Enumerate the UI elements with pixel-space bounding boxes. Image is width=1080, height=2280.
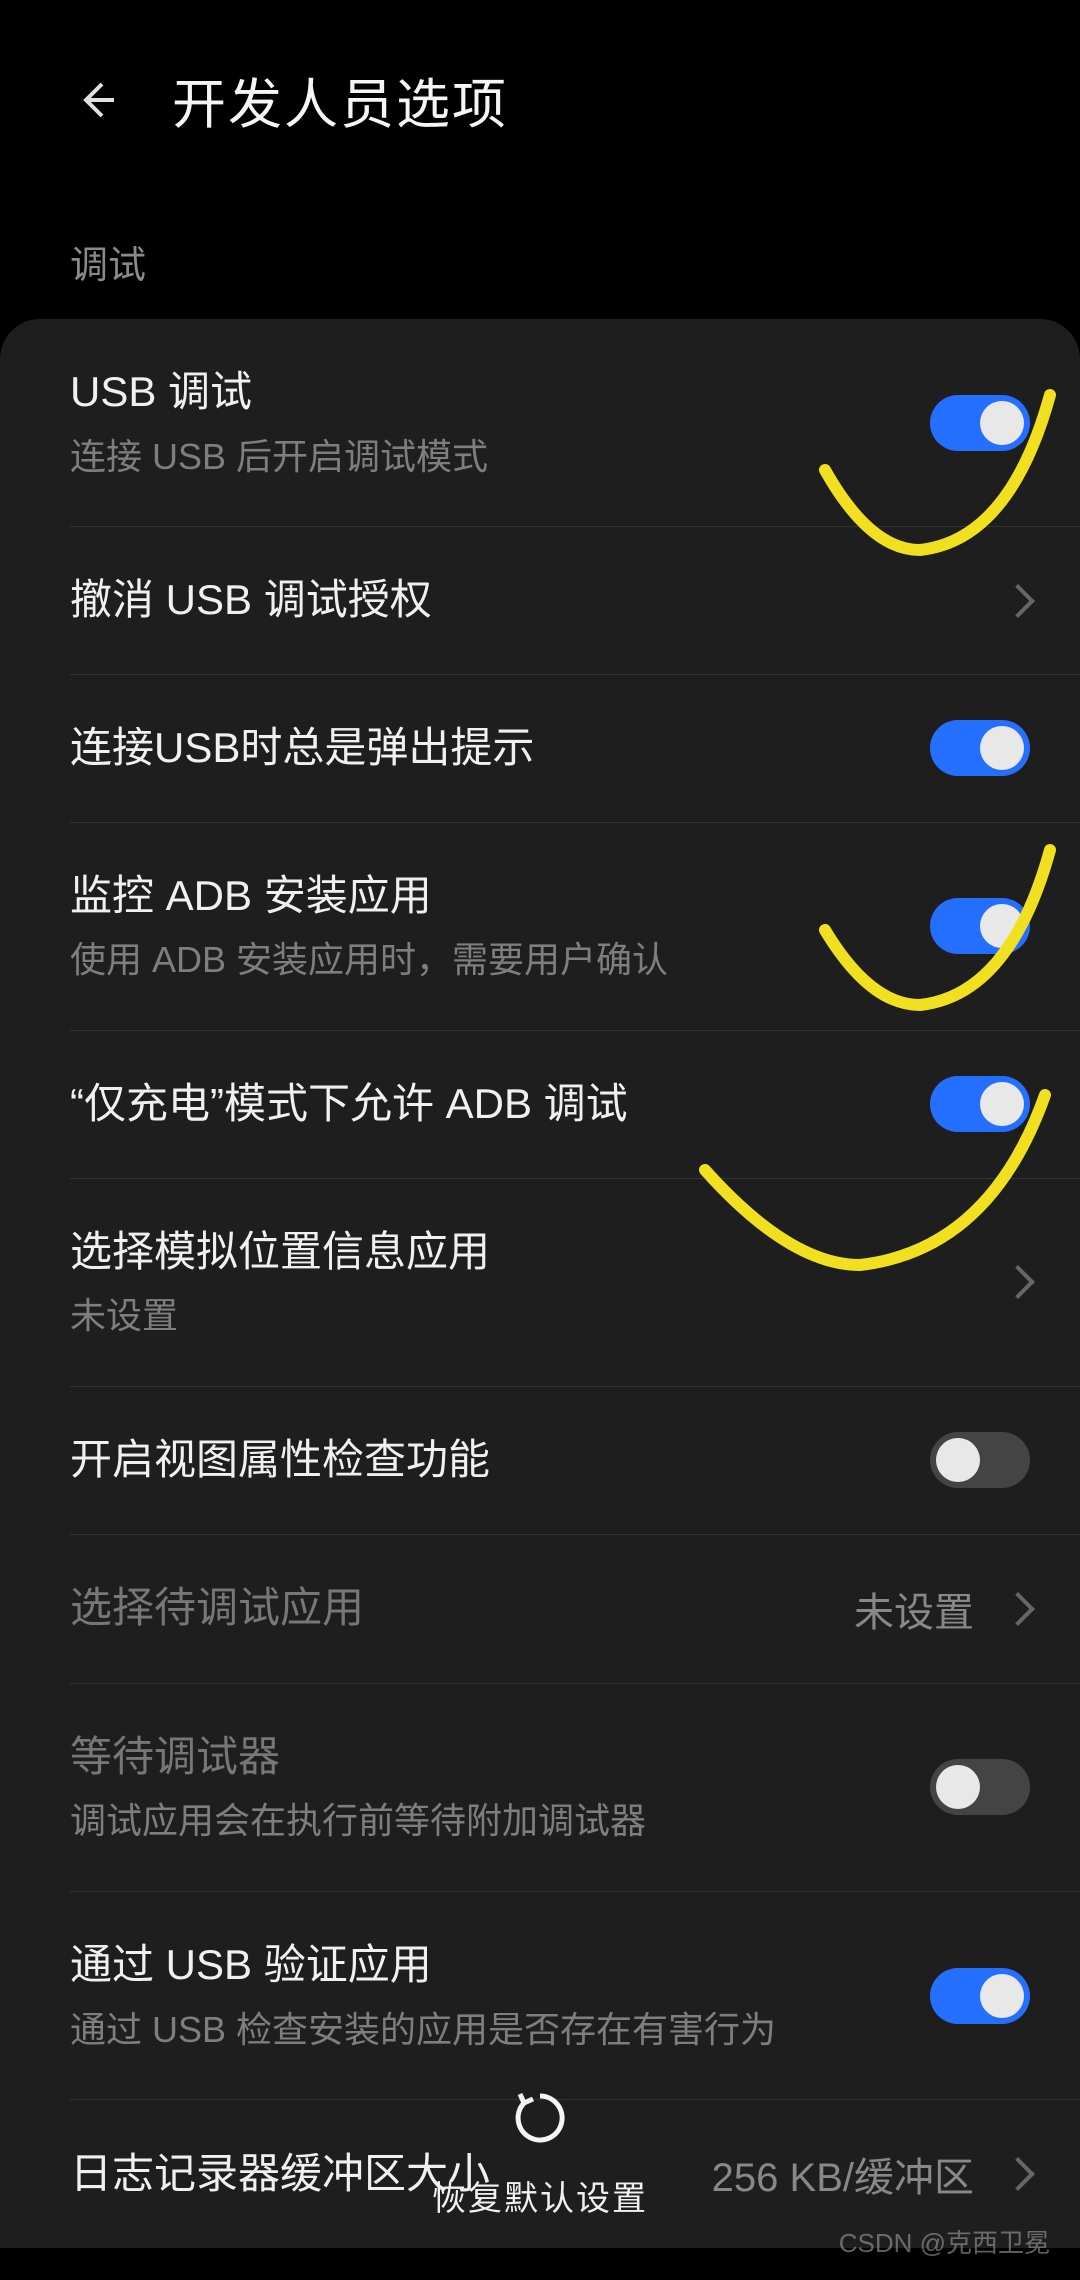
settings-card: USB 调试 连接 USB 后开启调试模式 撤消 USB 调试授权 连接USB时… <box>0 319 1080 2248</box>
row-value: 未设置 <box>854 1580 974 1638</box>
toggle-view-attr[interactable] <box>930 1432 1030 1488</box>
row-wait-debugger[interactable]: 等待调试器 调试应用会在执行前等待附加调试器 <box>70 1684 1080 1892</box>
watermark: CSDN @克西卫冕 <box>839 2223 1050 2260</box>
row-title: 等待调试器 <box>70 1729 930 1786</box>
row-title: USB 调试 <box>70 364 930 421</box>
restore-icon <box>510 2088 570 2153</box>
section-label-debug: 调试 <box>0 179 1080 319</box>
toggle-verify-usb[interactable] <box>930 1968 1030 2024</box>
row-select-debug-app[interactable]: 选择待调试应用 未设置 <box>70 1535 1080 1684</box>
row-sub: 调试应用会在执行前等待附加调试器 <box>70 1797 930 1846</box>
row-sub: 通过 USB 检查安装的应用是否存在有害行为 <box>70 2006 930 2055</box>
chevron-right-icon <box>1001 584 1035 618</box>
chevron-right-icon <box>1001 1592 1035 1626</box>
row-verify-usb[interactable]: 通过 USB 验证应用 通过 USB 检查安装的应用是否存在有害行为 <box>70 1892 1080 2100</box>
row-mock-location[interactable]: 选择模拟位置信息应用 未设置 <box>70 1179 1080 1387</box>
toggle-adb-install[interactable] <box>930 898 1030 954</box>
toggle-usb-debug[interactable] <box>930 395 1030 451</box>
row-revoke-usb[interactable]: 撤消 USB 调试授权 <box>70 527 1080 675</box>
row-title: 监控 ADB 安装应用 <box>70 868 930 925</box>
row-title: 选择待调试应用 <box>70 1580 854 1637</box>
row-title: 选择模拟位置信息应用 <box>70 1224 992 1281</box>
back-button[interactable] <box>70 74 122 126</box>
restore-defaults-button[interactable]: 恢复默认设置 <box>0 2088 1080 2220</box>
chevron-right-icon <box>1001 1265 1035 1299</box>
row-usb-debug[interactable]: USB 调试 连接 USB 后开启调试模式 <box>70 319 1080 527</box>
footer-label: 恢复默认设置 <box>432 2171 648 2220</box>
row-title: 开启视图属性检查功能 <box>70 1432 930 1489</box>
row-sub: 使用 ADB 安装应用时，需要用户确认 <box>70 936 930 985</box>
row-title: 通过 USB 验证应用 <box>70 1937 930 1994</box>
row-sub: 未设置 <box>70 1292 992 1341</box>
row-title: 撤消 USB 调试授权 <box>70 572 992 629</box>
row-sub: 连接 USB 后开启调试模式 <box>70 433 930 482</box>
page-title: 开发人员选项 <box>172 60 508 139</box>
toggle-charge-adb[interactable] <box>930 1076 1030 1132</box>
row-title: “仅充电”模式下允许 ADB 调试 <box>70 1076 930 1133</box>
row-adb-install[interactable]: 监控 ADB 安装应用 使用 ADB 安装应用时，需要用户确认 <box>70 823 1080 1031</box>
row-title: 连接USB时总是弹出提示 <box>70 720 930 777</box>
row-view-attr[interactable]: 开启视图属性检查功能 <box>70 1387 1080 1535</box>
row-charge-adb[interactable]: “仅充电”模式下允许 ADB 调试 <box>70 1031 1080 1179</box>
toggle-wait-debugger[interactable] <box>930 1759 1030 1815</box>
row-usb-prompt[interactable]: 连接USB时总是弹出提示 <box>70 675 1080 823</box>
toggle-usb-prompt[interactable] <box>930 720 1030 776</box>
